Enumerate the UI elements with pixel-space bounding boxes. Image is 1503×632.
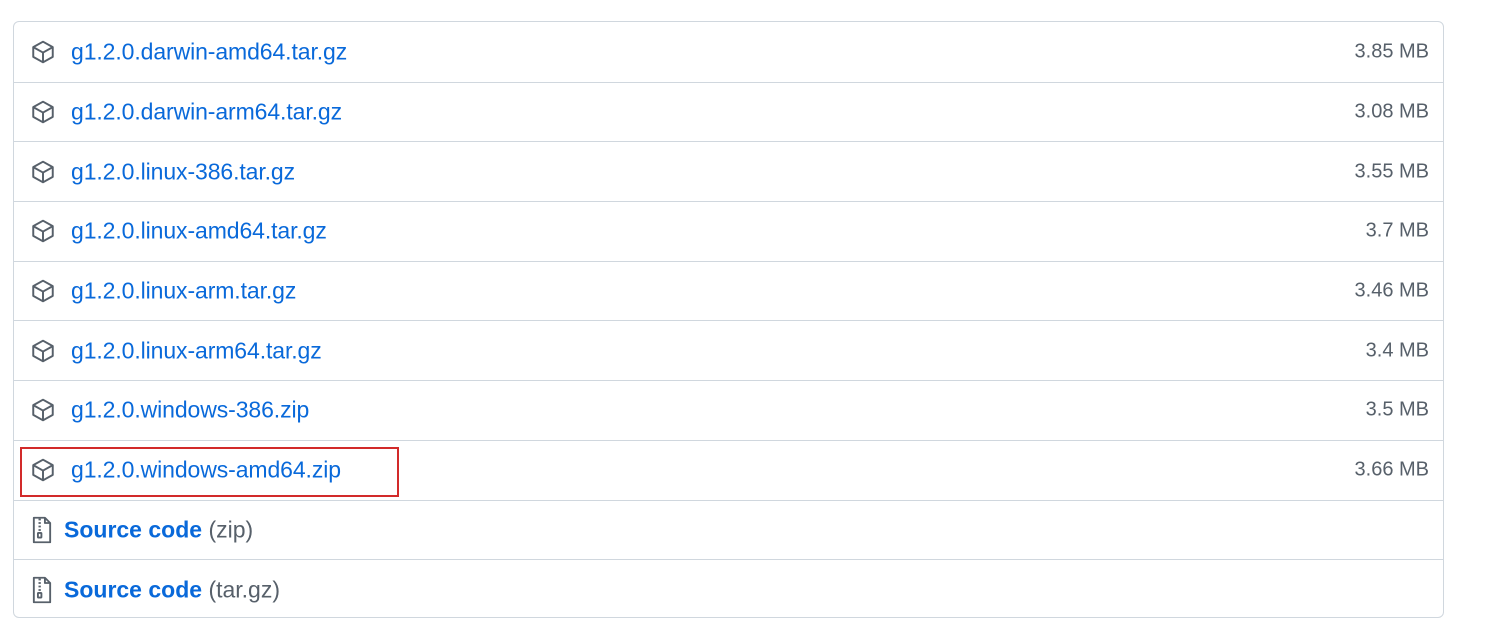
asset-size: 3.85 MB bbox=[1354, 40, 1429, 63]
asset-row: g1.2.0.linux-arm64.tar.gz 3.4 MB bbox=[14, 320, 1443, 380]
asset-size: 3.08 MB bbox=[1354, 100, 1429, 123]
source-code-label: Source code bbox=[64, 576, 203, 603]
asset-row: g1.2.0.windows-amd64.zip 3.66 MB bbox=[14, 439, 1443, 500]
package-icon bbox=[30, 218, 56, 244]
asset-row: g1.2.0.linux-amd64.tar.gz 3.7 MB bbox=[14, 201, 1443, 261]
package-icon bbox=[30, 457, 56, 483]
package-icon bbox=[30, 39, 56, 65]
asset-link[interactable]: g1.2.0.darwin-arm64.tar.gz bbox=[71, 99, 342, 126]
source-code-format: (zip) bbox=[208, 516, 254, 543]
asset-link[interactable]: g1.2.0.linux-arm.tar.gz bbox=[71, 278, 296, 305]
asset-row: g1.2.0.darwin-amd64.tar.gz 3.85 MB bbox=[14, 22, 1443, 82]
asset-row: g1.2.0.windows-386.zip 3.5 MB bbox=[14, 380, 1443, 440]
file-zip-icon bbox=[31, 516, 53, 544]
asset-row: g1.2.0.linux-386.tar.gz 3.55 MB bbox=[14, 141, 1443, 201]
source-code-targz-link[interactable]: Source code (tar.gz) bbox=[64, 576, 280, 603]
asset-row: g1.2.0.linux-arm.tar.gz 3.46 MB bbox=[14, 260, 1443, 321]
source-code-row: Source code (zip) bbox=[14, 499, 1443, 560]
package-icon bbox=[30, 159, 56, 185]
asset-row: g1.2.0.darwin-arm64.tar.gz 3.08 MB bbox=[14, 81, 1443, 142]
source-code-row: Source code (tar.gz) bbox=[14, 559, 1443, 617]
file-zip-icon bbox=[31, 576, 53, 603]
package-icon bbox=[30, 397, 56, 423]
package-icon bbox=[30, 278, 56, 304]
source-code-format: (tar.gz) bbox=[208, 576, 281, 603]
asset-size: 3.4 MB bbox=[1365, 339, 1429, 362]
asset-size: 3.46 MB bbox=[1354, 279, 1429, 302]
asset-link[interactable]: g1.2.0.darwin-amd64.tar.gz bbox=[71, 38, 347, 65]
asset-link[interactable]: g1.2.0.windows-386.zip bbox=[71, 397, 309, 424]
asset-size: 3.66 MB bbox=[1354, 458, 1429, 481]
source-code-zip-link[interactable]: Source code (zip) bbox=[64, 516, 253, 543]
release-assets-list: g1.2.0.darwin-amd64.tar.gz 3.85 MB g1.2.… bbox=[13, 21, 1444, 618]
package-icon bbox=[30, 338, 56, 364]
package-icon bbox=[30, 99, 56, 125]
asset-size: 3.5 MB bbox=[1365, 398, 1429, 421]
asset-size: 3.7 MB bbox=[1365, 219, 1429, 242]
asset-link[interactable]: g1.2.0.windows-amd64.zip bbox=[71, 457, 341, 484]
asset-link[interactable]: g1.2.0.linux-arm64.tar.gz bbox=[71, 337, 322, 364]
asset-link[interactable]: g1.2.0.linux-amd64.tar.gz bbox=[71, 218, 327, 245]
asset-size: 3.55 MB bbox=[1354, 160, 1429, 183]
asset-link[interactable]: g1.2.0.linux-386.tar.gz bbox=[71, 158, 295, 185]
source-code-label: Source code bbox=[64, 516, 203, 543]
